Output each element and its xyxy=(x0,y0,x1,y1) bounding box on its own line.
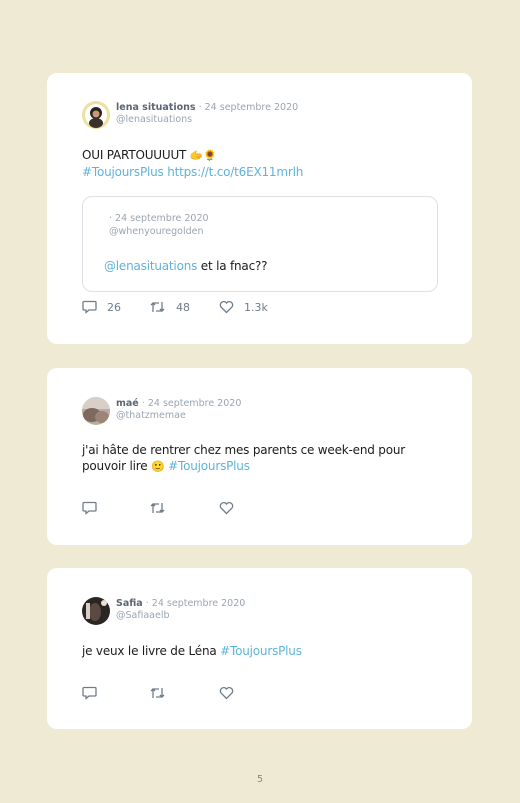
author-name[interactable]: maé xyxy=(116,398,139,409)
like-count: 1.3k xyxy=(244,300,268,314)
reply-count: 26 xyxy=(107,300,121,314)
hashtag-link[interactable]: #ToujoursPlus xyxy=(168,459,250,473)
retweet-button[interactable] xyxy=(149,501,166,515)
avatar[interactable] xyxy=(82,397,110,425)
like-button[interactable] xyxy=(219,686,234,700)
retweet-count: 48 xyxy=(176,300,190,314)
tweet-meta: Safia · 24 septembre 2020 @Safiaaelb xyxy=(116,598,245,622)
tweet-meta: lena situations · 24 septembre 2020 @len… xyxy=(116,102,298,126)
retweet-icon xyxy=(150,688,165,698)
reply-icon xyxy=(82,501,97,515)
tweet-text-line: pouvoir lire xyxy=(82,459,152,473)
tweet-text: j'ai hâte de rentrer chez mes parents ce… xyxy=(82,442,405,475)
like-icon xyxy=(219,686,234,700)
tweet-text-line: je veux le livre de Léna xyxy=(82,644,221,658)
quote-text: @lenasituations et la fnac?? xyxy=(104,259,268,273)
tweet-meta: maé · 24 septembre 2020 @thatzmemae xyxy=(116,398,241,422)
tweet-card-1: lena situations · 24 septembre 2020 @len… xyxy=(47,73,472,344)
reply-button[interactable] xyxy=(82,686,97,700)
mention-link[interactable]: @lenasituations xyxy=(104,259,197,273)
tweet-date: · 24 septembre 2020 xyxy=(198,102,299,113)
like-button[interactable]: 1.3k xyxy=(219,300,268,314)
tweet-text-line: OUI PARTOUUUUT xyxy=(82,148,187,162)
retweet-button[interactable]: 48 xyxy=(149,300,190,314)
hashtag-link[interactable]: #ToujoursPlus xyxy=(220,644,302,658)
tweet-actions: 26 48 1.3k xyxy=(82,300,382,316)
tweet-text: OUI PARTOUUUUT 🫱🌻 #ToujoursPlus https://… xyxy=(82,147,303,180)
like-icon xyxy=(219,501,234,515)
reply-button[interactable]: 26 xyxy=(82,300,121,314)
author-handle[interactable]: @thatzmemae xyxy=(116,410,241,422)
tweet-card-3: Safia · 24 septembre 2020 @Safiaaelb je … xyxy=(47,568,472,729)
like-button[interactable] xyxy=(219,501,234,515)
avatar[interactable] xyxy=(82,597,110,625)
smile-emoji-icon: 🙂 xyxy=(151,460,165,473)
tweet-date: · 24 septembre 2020 xyxy=(141,398,242,409)
author-handle[interactable]: @lenasituations xyxy=(116,114,298,126)
retweet-icon xyxy=(150,503,165,513)
reply-button[interactable] xyxy=(82,501,97,515)
retweet-icon xyxy=(150,302,165,312)
author-name[interactable]: lena situations xyxy=(116,102,196,113)
hashtag-link[interactable]: #ToujoursPlus xyxy=(82,165,164,179)
quote-handle[interactable]: @whenyouregolden xyxy=(109,226,204,237)
page-number: 5 xyxy=(256,774,264,785)
sunflower-emoji-icon: 🌻 xyxy=(203,149,217,162)
quote-date: · 24 septembre 2020 xyxy=(109,213,209,224)
tweet-actions xyxy=(82,686,382,702)
quoted-tweet[interactable]: · 24 septembre 2020 @whenyouregolden @le… xyxy=(82,196,438,292)
like-icon xyxy=(219,300,234,314)
tweet-text-line: j'ai hâte de rentrer chez mes parents ce… xyxy=(82,443,405,457)
quote-meta: · 24 septembre 2020 @whenyouregolden xyxy=(109,212,209,238)
reply-icon xyxy=(82,686,97,700)
hand-emoji-icon: 🫱 xyxy=(189,149,204,162)
quote-body: et la fnac?? xyxy=(197,259,268,273)
retweet-button[interactable] xyxy=(149,686,166,700)
avatar[interactable] xyxy=(82,101,110,129)
reply-icon xyxy=(82,300,97,314)
url-link[interactable]: https://t.co/t6EX11mrlh xyxy=(167,165,303,179)
author-handle[interactable]: @Safiaaelb xyxy=(116,610,245,622)
tweet-actions xyxy=(82,501,382,517)
tweet-date: · 24 septembre 2020 xyxy=(145,598,246,609)
tweet-card-2: maé · 24 septembre 2020 @thatzmemae j'ai… xyxy=(47,368,472,545)
author-name[interactable]: Safia xyxy=(116,598,143,609)
tweet-text: je veux le livre de Léna #ToujoursPlus xyxy=(82,643,302,659)
